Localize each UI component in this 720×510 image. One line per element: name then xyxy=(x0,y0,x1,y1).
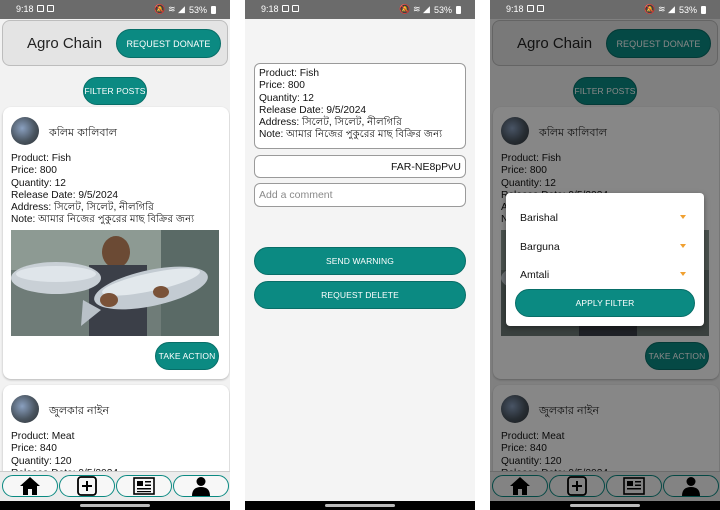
post-product: Product: Fish xyxy=(11,153,72,164)
system-status-icons: 🔕 ≋ ◢ xyxy=(154,4,185,14)
battery-icon xyxy=(456,5,461,14)
apply-filter-button[interactable]: APPLY FILTER xyxy=(515,289,695,317)
battery-icon xyxy=(211,5,216,14)
system-nav-bar xyxy=(490,501,720,510)
upazila-value: Amtali xyxy=(520,269,550,281)
feed-screen: 9:18 🔕 ≋ ◢ 53% Agro Chain REQUEST DONATE… xyxy=(0,0,230,510)
detail-product: Product: Fish xyxy=(259,68,320,79)
post-info-box: Product: Fish Price: 800 Quantity: 12 Re… xyxy=(254,63,466,149)
post-quantity: Quantity: 120 xyxy=(11,455,72,467)
post-price: Price: 840 xyxy=(11,443,57,455)
detail-price: Price: 800 xyxy=(259,80,305,92)
system-nav-bar xyxy=(245,501,475,510)
post-id-field[interactable]: FAR-NE8pPvU xyxy=(254,155,466,178)
status-time: 9:18 xyxy=(261,4,279,14)
status-right: 🔕 ≋ ◢ 53% xyxy=(154,4,216,15)
status-right: 🔕 ≋ ◢ 53% xyxy=(399,4,461,15)
post-product: Product: Meat xyxy=(11,431,75,442)
nav-profile[interactable] xyxy=(173,475,229,497)
home-gesture-pill[interactable] xyxy=(325,504,395,507)
app-header: Agro Chain REQUEST DONATE xyxy=(2,20,228,66)
battery-percent: 53% xyxy=(433,4,452,15)
send-warning-button[interactable]: SEND WARNING xyxy=(254,247,466,275)
detail-address: Address: সিলেট, সিলেট, নীলগিরি xyxy=(259,117,402,129)
add-post-icon xyxy=(77,476,97,496)
filter-posts-button[interactable]: FILTER POSTS xyxy=(83,77,147,105)
home-gesture-pill[interactable] xyxy=(570,504,640,507)
request-donate-button[interactable]: REQUEST DONATE xyxy=(116,29,221,58)
upazila-select[interactable]: Amtali xyxy=(520,264,690,284)
fish-photo-illustration xyxy=(11,230,219,336)
post-details: Product: Fish Price: 800 Quantity: 12 Re… xyxy=(11,153,194,227)
app-title: Agro Chain xyxy=(27,35,103,52)
district-value: Barguna xyxy=(520,241,560,253)
post-card: কলিম কালিবাল Product: Fish Price: 800 Qu… xyxy=(3,107,229,379)
detail-quantity: Quantity: 12 xyxy=(259,92,314,104)
home-gesture-pill[interactable] xyxy=(80,504,150,507)
post-note: Note: আমার নিজের পুকুরের মাছ বিক্রির জন্… xyxy=(11,214,195,226)
battery-percent: 53% xyxy=(188,4,207,15)
post-address: Address: সিলেট, সিলেট, নীলগিরি xyxy=(11,202,154,214)
division-value: Barishal xyxy=(520,212,558,224)
profile-icon xyxy=(192,477,210,496)
dropdown-arrow-icon xyxy=(680,215,686,219)
home-icon xyxy=(20,477,40,495)
system-status-icons: 🔕 ≋ ◢ xyxy=(399,4,430,14)
post-card: জুলকার নাইন Product: Meat Price: 840 Qua… xyxy=(3,385,229,485)
nav-add-post[interactable] xyxy=(59,475,115,497)
nav-home[interactable] xyxy=(2,475,58,497)
battery-percent: 53% xyxy=(678,4,697,15)
status-bar: 9:18 🔕 ≋ ◢ 53% xyxy=(245,0,475,19)
post-action-screen: 9:18 🔕 ≋ ◢ 53% Product: Fish Price: 800 … xyxy=(245,0,475,510)
bottom-navigation xyxy=(0,471,230,501)
take-action-button[interactable]: TAKE ACTION xyxy=(155,342,219,370)
notification-icons xyxy=(37,5,54,12)
battery-icon xyxy=(701,5,706,14)
filter-dialog: Barishal Barguna Amtali APPLY FILTER xyxy=(506,193,704,326)
status-time: 9:18 xyxy=(506,4,524,14)
notification-icons xyxy=(282,5,299,12)
notification-icons xyxy=(527,5,544,12)
post-username: জুলকার নাইন xyxy=(49,405,110,417)
division-select[interactable]: Barishal xyxy=(520,207,690,227)
system-nav-bar xyxy=(0,501,230,510)
avatar[interactable] xyxy=(11,395,39,423)
avatar[interactable] xyxy=(11,117,39,145)
comment-input[interactable]: Add a comment xyxy=(254,183,466,207)
status-time: 9:18 xyxy=(16,4,34,14)
status-right: 🔕 ≋ ◢ 53% xyxy=(644,4,706,15)
post-quantity: Quantity: 12 xyxy=(11,177,66,189)
request-delete-button[interactable]: REQUEST DELETE xyxy=(254,281,466,309)
status-bar: 9:18 🔕 ≋ ◢ 53% xyxy=(0,0,230,19)
post-price: Price: 800 xyxy=(11,165,57,177)
post-photo xyxy=(11,230,219,336)
dropdown-arrow-icon xyxy=(680,244,686,248)
district-select[interactable]: Barguna xyxy=(520,236,690,256)
dropdown-arrow-icon xyxy=(680,272,686,276)
news-icon xyxy=(133,477,155,495)
filter-dialog-screen: 9:18 🔕 ≋ ◢ 53% Agro Chain REQUEST DONATE… xyxy=(490,0,720,510)
detail-release-date: Release Date: 9/5/2024 xyxy=(259,104,367,116)
post-release-date: Release Date: 9/5/2024 xyxy=(11,189,119,201)
system-status-icons: 🔕 ≋ ◢ xyxy=(644,4,675,14)
status-bar: 9:18 🔕 ≋ ◢ 53% xyxy=(490,0,720,19)
nav-news[interactable] xyxy=(116,475,172,497)
post-username: কলিম কালিবাল xyxy=(49,127,117,139)
detail-note: Note: আমার নিজের পুকুরের মাছ বিক্রির জন্… xyxy=(259,129,443,141)
